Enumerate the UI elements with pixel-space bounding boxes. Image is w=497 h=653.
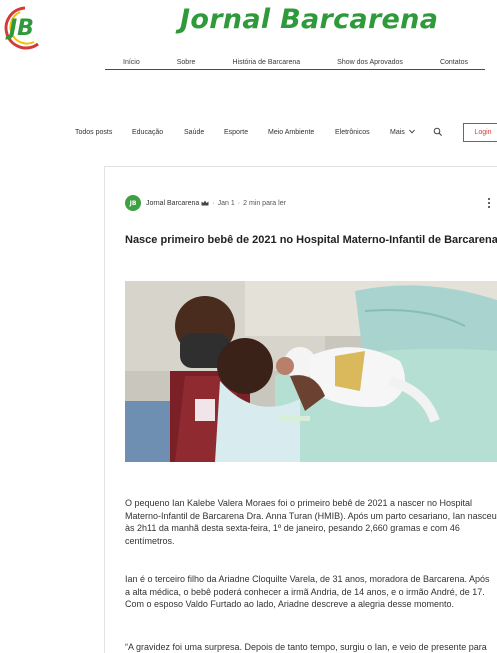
nav-item-historia[interactable]: História de Barcarena: [232, 58, 300, 69]
category-eletronicos[interactable]: Eletrônicos: [335, 128, 370, 138]
author-row: JB Jornal Barcarena · Jan 1 · 2 min para…: [125, 195, 286, 211]
chevron-down-icon: [408, 129, 415, 134]
crown-icon: [201, 200, 209, 206]
nav-item-contatos[interactable]: Contatos: [440, 58, 468, 69]
meta-separator: ·: [212, 199, 215, 207]
meta-separator: ·: [237, 199, 241, 207]
top-navigation: Início Sobre História de Barcarena Show …: [105, 58, 485, 70]
post-hero-image: [125, 281, 497, 462]
nav-item-sobre[interactable]: Sobre: [177, 58, 196, 69]
jornal-barcarena-logo[interactable]: JB: [0, 2, 58, 50]
blog-category-menu: Todos posts Educação Saúde Esporte Meio …: [75, 123, 497, 142]
login-button[interactable]: Login: [463, 123, 497, 142]
more-label: Mais: [390, 129, 405, 136]
nav-item-show-dos-aprovados[interactable]: Show dos Aprovados: [337, 58, 403, 69]
avatar-logo-text: JB: [129, 199, 137, 207]
author-avatar[interactable]: JB: [125, 195, 141, 211]
nav-item-inicio[interactable]: Início: [123, 58, 140, 69]
post-title: Nasce primeiro bebê de 2021 no Hospital …: [125, 234, 497, 246]
category-meio-ambiente[interactable]: Meio Ambiente: [268, 128, 314, 138]
read-time: 2 min para ler: [243, 199, 286, 207]
post-card: JB Jornal Barcarena · Jan 1 · 2 min para…: [104, 166, 497, 653]
search-icon[interactable]: [433, 127, 443, 137]
more-actions-icon[interactable]: [487, 197, 491, 209]
category-saude[interactable]: Saúde: [184, 128, 204, 138]
post-paragraph: O pequeno Ian Kalebe Valera Moraes foi o…: [125, 498, 497, 546]
logo-text: JB: [5, 16, 34, 41]
author-name[interactable]: Jornal Barcarena: [146, 200, 199, 207]
category-todos-posts[interactable]: Todos posts: [75, 128, 112, 138]
post-paragraph: Ian é o terceiro filho da Ariadne Cloqui…: [125, 574, 490, 609]
category-educacao[interactable]: Educação: [132, 128, 163, 138]
post-paragraph: “A gravidez foi uma surpresa. Depois de …: [125, 642, 487, 652]
site-title[interactable]: Jornal Barcarena: [180, 4, 438, 35]
post-date: Jan 1: [217, 199, 235, 207]
category-esporte[interactable]: Esporte: [224, 128, 248, 138]
more-categories-dropdown[interactable]: Mais: [390, 128, 415, 138]
